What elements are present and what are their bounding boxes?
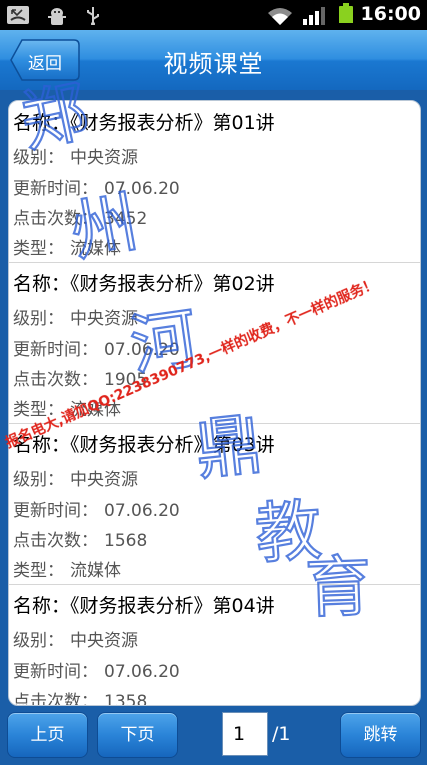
page-number-input[interactable]: 1 bbox=[222, 712, 268, 756]
wifi-icon bbox=[268, 8, 292, 25]
level-value: 中央资源 bbox=[70, 470, 138, 490]
android-debug-icon bbox=[48, 8, 66, 25]
item-clicks-row: 点击次数： 1358 bbox=[13, 687, 148, 706]
updated-label: 更新时间： bbox=[13, 662, 98, 682]
usb-icon bbox=[87, 7, 99, 25]
item-level-row: 级别： 中央资源 bbox=[13, 465, 138, 490]
item-updated-row: 更新时间： 07.06.20 bbox=[13, 657, 180, 682]
clicks-label: 点击次数： bbox=[13, 692, 98, 706]
clicks-value: 1568 bbox=[104, 531, 148, 551]
next-page-button[interactable]: 下页 bbox=[97, 712, 178, 758]
updated-value: 07.06.20 bbox=[104, 340, 180, 360]
level-value: 中央资源 bbox=[70, 148, 138, 168]
item-level-row: 级别： 中央资源 bbox=[13, 626, 138, 651]
missed-call-icon bbox=[7, 6, 29, 24]
title-bar: 返回 视频课堂 bbox=[0, 30, 427, 90]
item-type-row: 类型： 流媒体 bbox=[13, 234, 121, 259]
item-updated-row: 更新时间： 07.06.20 bbox=[13, 335, 180, 360]
prev-page-button[interactable]: 上页 bbox=[7, 712, 88, 758]
updated-value: 07.06.20 bbox=[104, 662, 180, 682]
content-area: 名称：《财务报表分析》第01讲 级别： 中央资源 更新时间： 07.06.20 点击… bbox=[0, 90, 427, 710]
item-name: 名称：《财务报表分析》第03讲 bbox=[13, 434, 275, 456]
clock: 16:00 bbox=[360, 3, 421, 25]
clicks-label: 点击次数： bbox=[13, 531, 98, 551]
battery-icon bbox=[339, 3, 353, 23]
item-updated-row: 更新时间： 07.06.20 bbox=[13, 174, 180, 199]
updated-label: 更新时间： bbox=[13, 340, 98, 360]
level-value: 中央资源 bbox=[70, 631, 138, 651]
clicks-value: 1905 bbox=[104, 370, 148, 390]
type-label: 类型： bbox=[13, 400, 64, 420]
item-clicks-row: 点击次数： 1568 bbox=[13, 526, 147, 551]
item-name: 名称：《财务报表分析》第02讲 bbox=[13, 273, 275, 295]
signal-icon bbox=[303, 7, 325, 25]
updated-value: 07.06.20 bbox=[104, 179, 180, 199]
pagination-bar: 上页 下页 1 /1 跳转 bbox=[0, 706, 427, 765]
level-label: 级别： bbox=[13, 631, 64, 651]
list-item[interactable]: 名称：《财务报表分析》第01讲 级别： 中央资源 更新时间： 07.06.20 点击… bbox=[9, 101, 420, 263]
page-total: /1 bbox=[272, 723, 291, 745]
list-item[interactable]: 名称：《财务报表分析》第03讲 级别： 中央资源 更新时间： 07.06.20 点击… bbox=[9, 423, 420, 585]
type-value: 流媒体 bbox=[70, 400, 121, 420]
level-value: 中央资源 bbox=[70, 309, 138, 329]
type-label: 类型： bbox=[13, 239, 64, 259]
item-name: 名称：《财务报表分析》第04讲 bbox=[13, 595, 275, 617]
type-value: 流媒体 bbox=[70, 561, 121, 581]
video-list[interactable]: 名称：《财务报表分析》第01讲 级别： 中央资源 更新时间： 07.06.20 点击… bbox=[8, 100, 421, 706]
item-clicks-row: 点击次数： 1905 bbox=[13, 365, 147, 390]
item-level-row: 级别： 中央资源 bbox=[13, 304, 138, 329]
jump-button[interactable]: 跳转 bbox=[340, 712, 421, 758]
item-clicks-row: 点击次数： 3452 bbox=[13, 204, 147, 229]
updated-value: 07.06.20 bbox=[104, 501, 180, 521]
item-type-row: 类型： 流媒体 bbox=[13, 556, 121, 581]
level-label: 级别： bbox=[13, 470, 64, 490]
updated-label: 更新时间： bbox=[13, 179, 98, 199]
list-item[interactable]: 名称：《财务报表分析》第02讲 级别： 中央资源 更新时间： 07.06.20 点击… bbox=[9, 262, 420, 424]
item-type-row: 类型： 流媒体 bbox=[13, 395, 121, 420]
level-label: 级别： bbox=[13, 148, 64, 168]
clicks-value: 3452 bbox=[104, 209, 148, 229]
item-level-row: 级别： 中央资源 bbox=[13, 143, 138, 168]
level-label: 级别： bbox=[13, 309, 64, 329]
list-item[interactable]: 名称：《财务报表分析》第04讲 级别： 中央资源 更新时间： 07.06.20 点击… bbox=[9, 584, 420, 706]
type-label: 类型： bbox=[13, 561, 64, 581]
clicks-label: 点击次数： bbox=[13, 370, 98, 390]
status-bar: 16:00 bbox=[0, 0, 427, 30]
item-name: 名称：《财务报表分析》第01讲 bbox=[13, 112, 275, 134]
updated-label: 更新时间： bbox=[13, 501, 98, 521]
clicks-label: 点击次数： bbox=[13, 209, 98, 229]
item-updated-row: 更新时间： 07.06.20 bbox=[13, 496, 180, 521]
clicks-value: 1358 bbox=[104, 692, 148, 706]
page-title: 视频课堂 bbox=[163, 50, 264, 78]
type-value: 流媒体 bbox=[70, 239, 121, 259]
